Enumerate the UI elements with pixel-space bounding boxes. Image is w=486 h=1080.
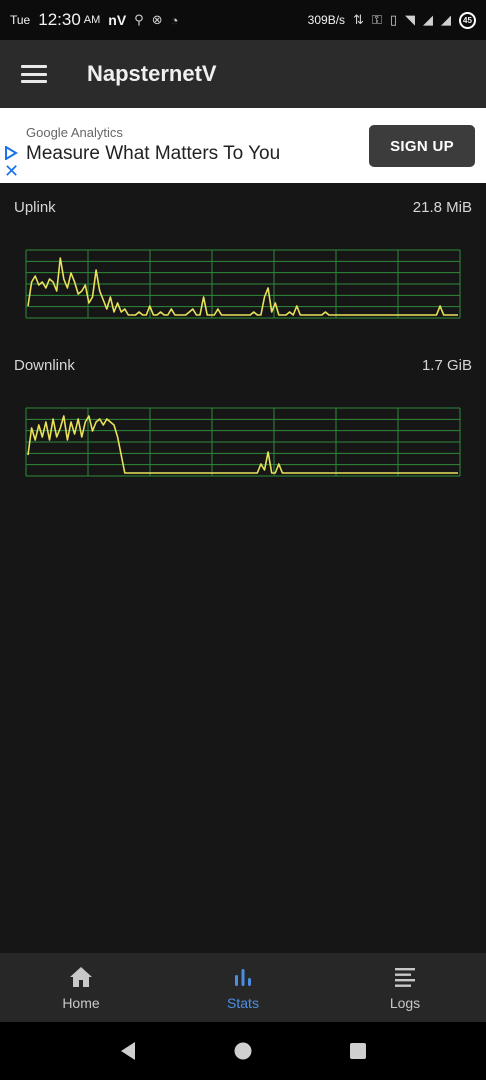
usb-icon: ⚲ [134,12,144,27]
system-navigation-bar [0,1022,486,1080]
status-bar: Tue 12:30 AM nV ⚲ ⊗ ◔ 309B/s ⇅ ⚿ ▯ ◥ ◢ ◢… [0,0,486,40]
bike-icon: ⊗ [151,12,163,27]
vibrate-icon: ▯ [389,12,397,27]
vpn-key-icon: ⚿ [371,12,382,27]
home-button-icon[interactable] [233,1041,253,1061]
back-icon[interactable] [118,1041,138,1061]
signal-icon: ◢ [423,12,433,27]
nav-home[interactable]: Home [0,953,162,1022]
menu-icon[interactable] [21,65,47,83]
downlink-row: Downlink 1.7 GiB [14,357,472,374]
bar-chart-icon [235,969,251,986]
wifi-icon: ◥ [405,12,415,27]
app-notification-badge: nV [108,12,127,28]
app-bar: NapsternetV [0,40,486,108]
uplink-row: Uplink 21.8 MiB [14,199,472,216]
ad-close-icon[interactable]: ✕ [4,162,19,180]
network-speed: 309B/s [307,13,346,27]
nav-stats[interactable]: Stats [162,953,324,1022]
ad-sponsor: Google Analytics [26,125,123,140]
downlink-label: Downlink [14,357,75,374]
data-arrows-icon: ⇅ [353,12,364,27]
recents-icon[interactable] [348,1041,368,1061]
ad-choices-icon[interactable] [4,146,18,160]
home-icon [70,967,92,987]
uplink-label: Uplink [14,199,56,216]
uplink-value: 21.8 MiB [412,199,472,216]
nav-home-label: Home [62,995,100,1011]
nav-logs-label: Logs [389,995,421,1011]
nav-logs[interactable]: Logs [324,953,486,1022]
wifi-question-icon: ◔ [170,12,179,28]
ad-headline[interactable]: Measure What Matters To You [26,143,280,165]
ad-banner[interactable]: ✕ Google Analytics Measure What Matters … [0,108,486,183]
battery-icon: 45 [459,11,476,29]
status-ampm: AM [83,14,101,26]
status-time: 12:30 [38,10,81,29]
bottom-navigation: Home Stats Logs [0,953,486,1022]
signal-2-icon: ◢ [441,12,451,27]
list-icon [395,968,415,987]
ad-sign-up-button[interactable]: SIGN UP [369,125,475,167]
nav-stats-label: Stats [227,995,259,1011]
uplink-graph [25,249,461,319]
downlink-value: 1.7 GiB [421,357,472,374]
status-day: Tue [10,13,31,27]
app-title: NapsternetV [87,61,217,86]
downlink-graph [25,407,461,477]
